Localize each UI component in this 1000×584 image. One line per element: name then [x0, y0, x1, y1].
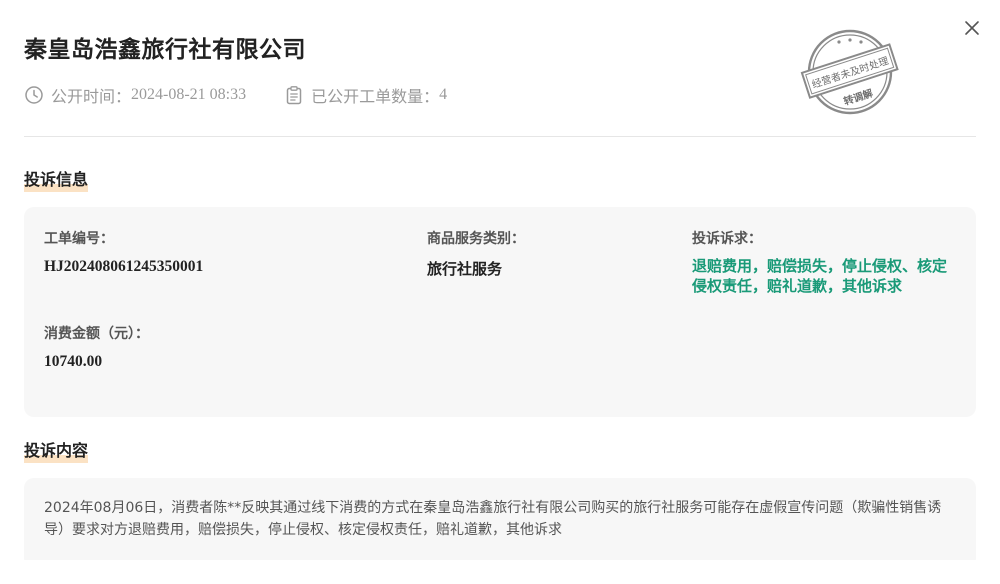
stamp-sub-text: 转调解: [842, 86, 875, 108]
order-count-value: 4: [439, 86, 448, 103]
complaint-content-text: 2024年08月06日，消费者陈**反映其通过线下消费的方式在秦皇岛浩鑫旅行社有…: [44, 500, 942, 538]
section-title-content-text: 投诉内容: [24, 441, 89, 460]
category-value: 旅行社服务: [427, 260, 503, 278]
amount-label: 消费金额（元）：: [44, 326, 149, 342]
section-title-content: 投诉内容: [24, 437, 89, 463]
publish-time-label: 公开时间：: [51, 87, 132, 106]
order-no-value: HJ202408061245350001: [44, 258, 204, 275]
category-label: 商品服务类别：: [427, 231, 525, 247]
section-title-info: 投诉信息: [24, 166, 89, 192]
page-title: 秦皇岛浩鑫旅行社有限公司: [24, 37, 306, 63]
order-count-label: 已公开工单数量：: [311, 87, 440, 106]
meta-row: 公开时间： 2024-08-21 08:33 已公开工单数量： 4: [24, 83, 447, 107]
content-card: 2024年08月06日，消费者陈**反映其通过线下消费的方式在秦皇岛浩鑫旅行社有…: [24, 478, 976, 568]
section-title-info-text: 投诉信息: [24, 170, 89, 189]
modal-bottom-edge: [0, 560, 1000, 584]
amount-value: 10740.00: [44, 353, 103, 370]
header-divider: [24, 136, 976, 137]
clock-icon: [25, 86, 43, 104]
close-icon: [965, 21, 979, 35]
complaint-detail-modal: 秦皇岛浩鑫旅行社有限公司 公开时间： 2024-08-21 08:33 已公开工…: [0, 0, 1000, 584]
clipboard-icon: [286, 86, 302, 105]
order-count: 已公开工单数量： 4: [284, 83, 447, 107]
close-button[interactable]: [960, 16, 984, 40]
publish-time-value: 2024-08-21 08:33: [131, 86, 247, 103]
info-card: 工单编号： HJ202408061245350001 商品服务类别： 旅行社服务…: [24, 207, 976, 417]
mediation-stamp: 经营者未及时处理 转调解: [798, 26, 902, 118]
order-no-label: 工单编号：: [44, 231, 114, 247]
stamp-seal-icon: 经营者未及时处理 转调解: [800, 29, 899, 115]
demand-label: 投诉诉求：: [692, 231, 762, 247]
demand-value: 退赔费用，赔偿损失，停止侵权、核定侵权责任，赔礼道歉，其他诉求: [692, 257, 948, 295]
publish-time: 公开时间： 2024-08-21 08:33: [24, 83, 246, 107]
